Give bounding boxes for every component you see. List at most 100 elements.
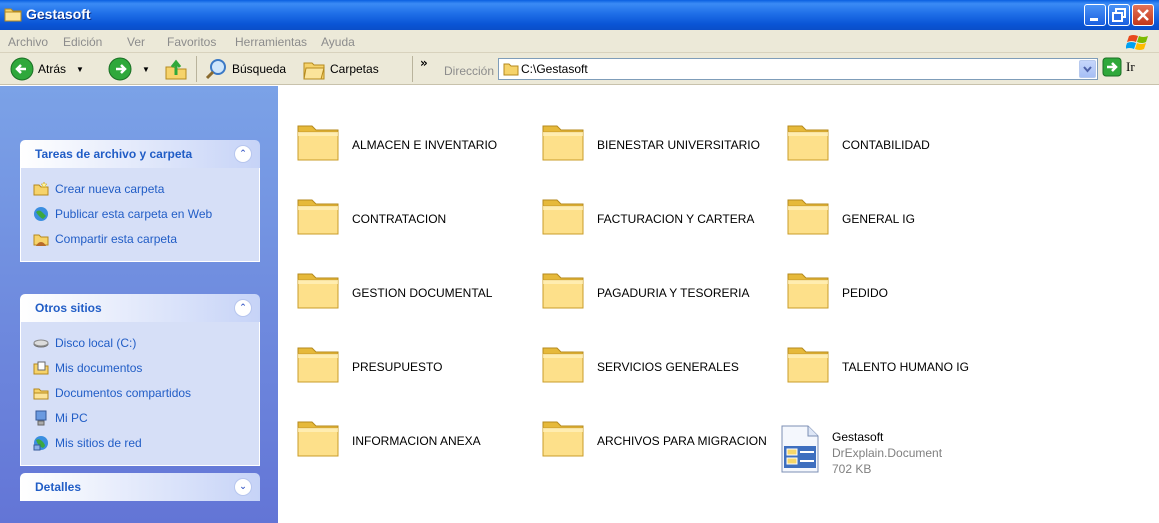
other-places-header[interactable]: Otros sitios ⌃ xyxy=(20,294,260,322)
address-bar[interactable]: C:\Gestasoft xyxy=(498,58,1098,80)
toolbar-overflow-icon[interactable]: » xyxy=(420,56,428,70)
folder-item[interactable]: BIENESTAR UNIVERSITARIO xyxy=(531,116,771,176)
tasks-panel-header[interactable]: Tareas de archivo y carpeta ⌃ xyxy=(20,140,260,168)
collapse-icon[interactable]: ⌃ xyxy=(234,299,252,317)
up-folder-button[interactable] xyxy=(164,57,188,81)
document-size: 702 KB xyxy=(832,462,872,476)
folder-name: TALENTO HUMANO IG xyxy=(842,360,969,374)
folder-item[interactable]: TALENTO HUMANO IG xyxy=(776,338,1016,398)
window-title: Gestasoft xyxy=(26,6,91,22)
folder-icon xyxy=(541,416,587,463)
search-button[interactable]: Búsqueda xyxy=(204,57,286,81)
folder-item[interactable]: CONTABILIDAD xyxy=(776,116,1016,176)
folder-name: INFORMACION ANEXA xyxy=(352,434,481,448)
address-label: Dirección xyxy=(444,64,495,78)
place-label: Disco local (C:) xyxy=(55,335,137,350)
task-label: Publicar esta carpeta en Web xyxy=(55,206,213,221)
folder-item[interactable]: PAGADURIA Y TESORERIA xyxy=(531,264,771,324)
tasks-panel-body: Crear nueva carpeta Publicar esta carpet… xyxy=(20,168,260,262)
title-bar[interactable]: Gestasoft xyxy=(0,0,1159,30)
task-publish-web[interactable]: Publicar esta carpeta en Web xyxy=(33,201,259,226)
place-label: Mi PC xyxy=(55,410,88,425)
menu-archivo[interactable]: Archivo xyxy=(8,35,48,49)
folder-item[interactable]: PRESUPUESTO xyxy=(286,338,526,398)
place-label: Mis documentos xyxy=(55,360,143,375)
details-title: Detalles xyxy=(35,480,82,494)
folder-name: PEDIDO xyxy=(842,286,889,300)
folders-button[interactable]: Carpetas xyxy=(302,57,379,81)
close-button[interactable] xyxy=(1132,4,1154,26)
folder-icon xyxy=(296,120,342,167)
menu-herramientas[interactable]: Herramientas xyxy=(235,35,307,49)
network-globe-icon xyxy=(33,435,49,451)
folder-item[interactable]: GENERAL IG xyxy=(776,190,1016,250)
restore-button[interactable] xyxy=(1108,4,1130,26)
folder-item[interactable]: SERVICIOS GENERALES xyxy=(531,338,771,398)
documents-folder-icon xyxy=(33,360,49,376)
back-button[interactable]: Atrás ▼ xyxy=(10,57,84,81)
hard-drive-icon xyxy=(33,335,49,351)
folder-name: ALMACEN E INVENTARIO xyxy=(352,138,498,152)
globe-icon xyxy=(33,206,49,222)
forward-dropdown-icon[interactable]: ▼ xyxy=(142,65,150,74)
task-new-folder[interactable]: Crear nueva carpeta xyxy=(33,176,259,201)
folder-name: GENERAL IG xyxy=(842,212,915,226)
forward-button[interactable]: ▼ xyxy=(108,57,150,81)
folders-label: Carpetas xyxy=(330,62,379,76)
folder-icon xyxy=(786,342,832,389)
new-folder-icon xyxy=(33,180,49,197)
document-item[interactable]: Gestasoft DrExplain.Document 702 KB xyxy=(776,424,1016,484)
details-panel: Detalles ⌄ xyxy=(20,473,260,501)
folder-item[interactable]: ARCHIVOS PARA MIGRACION xyxy=(531,412,771,472)
go-arrow-icon xyxy=(1102,57,1122,77)
computer-icon xyxy=(33,410,49,426)
menu-ver[interactable]: Ver xyxy=(127,35,145,49)
collapse-icon[interactable]: ⌃ xyxy=(234,145,252,163)
task-label: Crear nueva carpeta xyxy=(55,181,165,196)
folders-icon xyxy=(303,62,325,80)
go-label: Ir xyxy=(1126,59,1135,74)
folder-item[interactable]: PEDIDO xyxy=(776,264,1016,324)
folder-item[interactable]: INFORMACION ANEXA xyxy=(286,412,526,472)
task-label: Compartir esta carpeta xyxy=(55,231,178,246)
menu-favoritos[interactable]: Favoritos xyxy=(167,35,216,49)
document-type: DrExplain.Document xyxy=(832,446,943,460)
place-shared-documents[interactable]: Documentos compartidos xyxy=(33,380,259,405)
chevron-down-icon xyxy=(1083,66,1092,73)
document-name: Gestasoft xyxy=(832,430,884,444)
menu-edicion[interactable]: Edición xyxy=(63,35,102,49)
folder-icon xyxy=(4,8,22,22)
task-share-folder[interactable]: Compartir esta carpeta xyxy=(33,226,259,251)
other-places-title: Otros sitios xyxy=(35,301,102,315)
task-pane: Tareas de archivo y carpeta ⌃ Crear nuev… xyxy=(0,86,278,523)
folder-icon xyxy=(541,120,587,167)
other-places-panel: Otros sitios ⌃ Disco local (C:) Mis docu… xyxy=(20,294,260,466)
place-my-computer[interactable]: Mi PC xyxy=(33,405,259,430)
toolbar-separator xyxy=(196,56,197,82)
back-dropdown-icon[interactable]: ▼ xyxy=(76,65,84,74)
folder-item[interactable]: ALMACEN E INVENTARIO xyxy=(286,116,526,176)
folder-item[interactable]: CONTRATACION xyxy=(286,190,526,250)
folder-icon xyxy=(541,268,587,315)
back-label: Atrás xyxy=(38,62,67,76)
forward-arrow-icon xyxy=(108,57,132,81)
expand-icon[interactable]: ⌄ xyxy=(234,478,252,496)
folder-item[interactable]: FACTURACION Y CARTERA xyxy=(531,190,771,250)
minimize-button[interactable] xyxy=(1084,4,1106,26)
tasks-panel-title: Tareas de archivo y carpeta xyxy=(35,147,193,161)
windows-logo-icon xyxy=(1126,35,1148,50)
menu-ayuda[interactable]: Ayuda xyxy=(321,35,355,49)
go-button[interactable]: Ir xyxy=(1102,57,1135,77)
place-local-disk[interactable]: Disco local (C:) xyxy=(33,330,259,355)
address-input[interactable]: C:\Gestasoft xyxy=(521,62,588,76)
place-my-documents[interactable]: Mis documentos xyxy=(33,355,259,380)
folder-name: CONTABILIDAD xyxy=(842,138,930,152)
details-header[interactable]: Detalles ⌄ xyxy=(20,473,260,501)
back-arrow-icon xyxy=(10,57,34,81)
restore-icon xyxy=(1112,8,1126,22)
folder-item[interactable]: GESTION DOCUMENTAL xyxy=(286,264,526,324)
place-network[interactable]: Mis sitios de red xyxy=(33,430,259,455)
address-dropdown-button[interactable] xyxy=(1079,60,1096,78)
folder-name: FACTURACION Y CARTERA xyxy=(597,212,755,226)
menu-bar: Archivo Edición Ver Favoritos Herramient… xyxy=(0,30,1159,53)
